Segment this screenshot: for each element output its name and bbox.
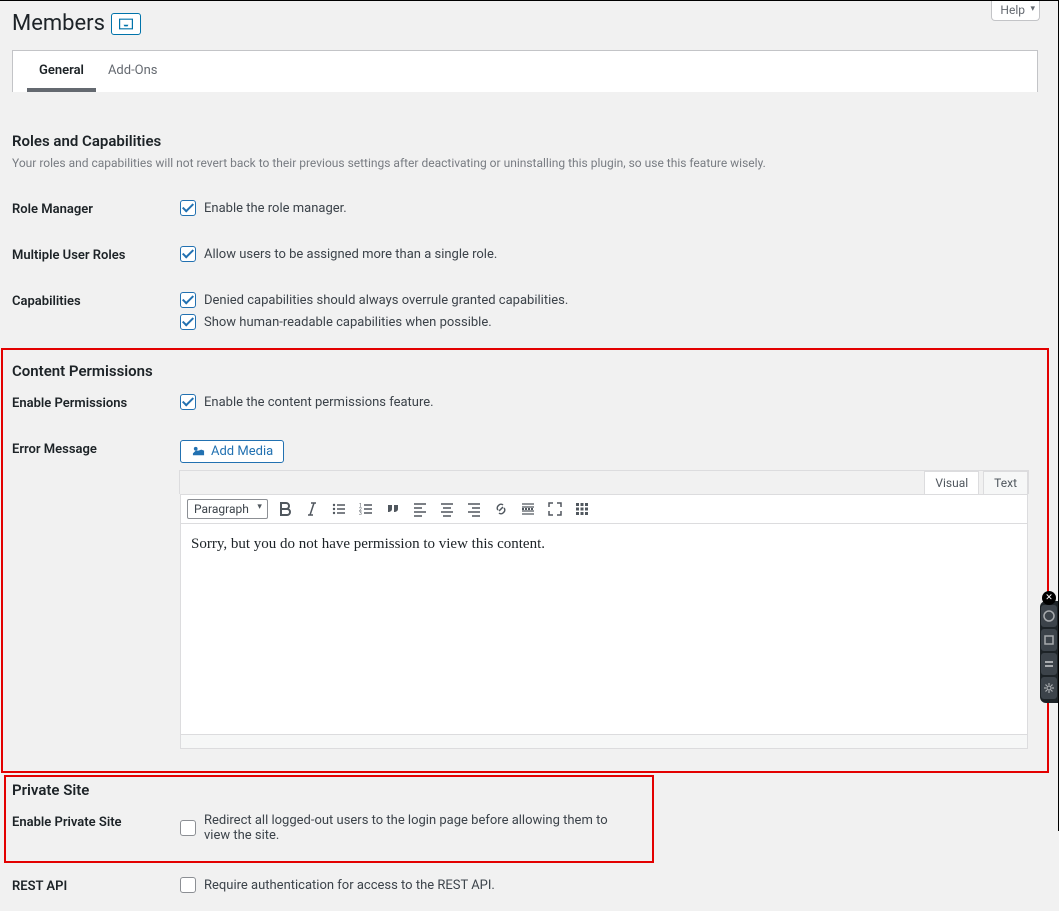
role-manager-text: Enable the role manager. [204, 201, 347, 216]
enable-permissions-label: Enable Permissions [12, 382, 180, 428]
add-media-button[interactable]: Add Media [180, 440, 284, 463]
section-private-site-heading: Private Site [12, 781, 646, 799]
role-manager-checkbox[interactable] [180, 200, 196, 216]
capabilities-label: Capabilities [12, 280, 180, 348]
enable-permissions-text: Enable the content permissions feature. [204, 395, 434, 410]
side-floater: ✕ [1040, 601, 1058, 703]
align-left-icon[interactable] [411, 500, 429, 518]
section-roles-caps-heading: Roles and Capabilities [12, 132, 1038, 150]
help-dropdown[interactable]: Help [991, 1, 1040, 21]
section-content-perms-heading: Content Permissions [12, 362, 1038, 380]
editor-tab-visual[interactable]: Visual [924, 471, 979, 494]
enable-permissions-checkbox[interactable] [180, 394, 196, 410]
format-select[interactable]: Paragraph [187, 499, 268, 519]
kitchen-sink-icon[interactable] [573, 500, 591, 518]
rest-api-label: REST API [12, 865, 180, 911]
capabilities-denied-text: Denied capabilities should always overru… [204, 293, 568, 308]
fullscreen-icon[interactable] [546, 500, 564, 518]
blockquote-icon[interactable] [384, 500, 402, 518]
private-site-highlight: Private Site Enable Private Site Redirec… [4, 775, 654, 863]
multi-roles-checkbox[interactable] [180, 246, 196, 262]
settings-tabs: General Add-Ons [12, 50, 1038, 92]
page-title: Members [12, 11, 105, 36]
media-icon [191, 445, 206, 458]
enable-private-site-checkbox[interactable] [180, 820, 196, 836]
error-message-editor: Paragraph 123 [180, 494, 1028, 749]
multi-roles-text: Allow users to be assigned more than a s… [204, 247, 497, 262]
error-message-label: Error Message [12, 428, 180, 761]
inbox-icon-button[interactable] [111, 13, 141, 35]
align-right-icon[interactable] [465, 500, 483, 518]
add-media-label: Add Media [211, 444, 273, 459]
capabilities-denied-checkbox[interactable] [180, 292, 196, 308]
rest-api-text: Require authentication for access to the… [204, 878, 495, 893]
enable-private-site-label: Enable Private Site [12, 801, 180, 861]
editor-resize-handle[interactable] [181, 734, 1027, 748]
tab-general[interactable]: General [27, 51, 96, 92]
inbox-icon [118, 17, 134, 31]
italic-icon[interactable] [303, 500, 321, 518]
enable-private-site-text: Redirect all logged-out users to the log… [204, 813, 636, 843]
link-icon[interactable] [492, 500, 510, 518]
floater-item-2[interactable] [1041, 629, 1057, 651]
tab-addons[interactable]: Add-Ons [96, 51, 170, 92]
multi-roles-label: Multiple User Roles [12, 234, 180, 280]
content-permissions-highlight: Content Permissions Enable Permissions E… [1, 348, 1049, 773]
capabilities-human-text: Show human-readable capabilities when po… [204, 315, 492, 330]
capabilities-human-checkbox[interactable] [180, 314, 196, 330]
floater-item-3[interactable] [1041, 653, 1057, 675]
role-manager-label: Role Manager [12, 188, 180, 234]
section-roles-caps-desc: Your roles and capabilities will not rev… [12, 156, 1038, 170]
editor-body[interactable]: Sorry, but you do not have permission to… [181, 524, 1027, 734]
floater-item-1[interactable] [1041, 605, 1057, 627]
editor-tab-text[interactable]: Text [983, 471, 1028, 494]
floater-gear-icon[interactable] [1041, 677, 1057, 699]
svg-text:3: 3 [359, 511, 362, 517]
numbered-list-icon[interactable]: 123 [357, 500, 375, 518]
floater-close-icon[interactable]: ✕ [1042, 591, 1056, 605]
rest-api-checkbox[interactable] [180, 877, 196, 893]
bold-icon[interactable] [276, 500, 294, 518]
bullet-list-icon[interactable] [330, 500, 348, 518]
align-center-icon[interactable] [438, 500, 456, 518]
read-more-icon[interactable] [519, 500, 537, 518]
editor-toolbar: Paragraph 123 [181, 495, 1027, 524]
